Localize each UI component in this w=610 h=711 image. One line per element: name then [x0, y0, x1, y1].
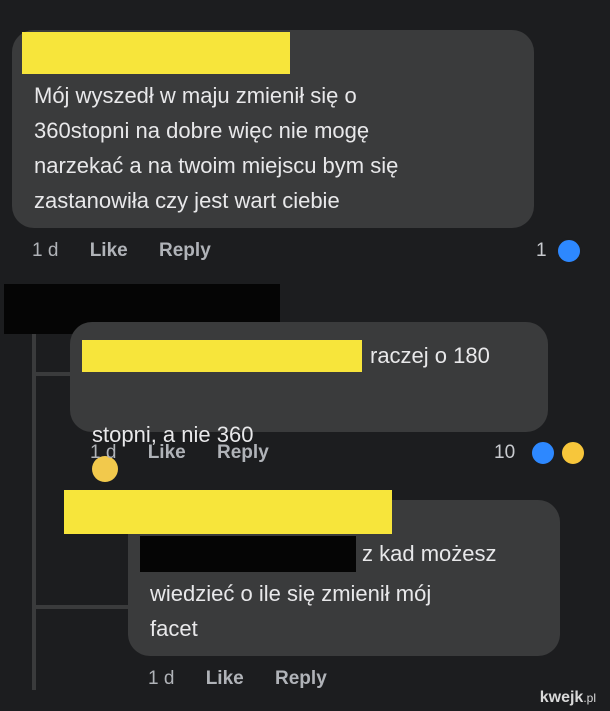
reply-link[interactable]: Reply — [159, 240, 211, 261]
reply-time: 1 d — [148, 668, 175, 689]
like-reaction-icon[interactable] — [530, 440, 556, 466]
thread-connector — [32, 372, 72, 376]
reaction-count: 10 — [494, 442, 516, 463]
reply-link[interactable]: Reply — [217, 442, 269, 463]
redacted-author-name — [22, 32, 290, 74]
redacted-black-bar — [140, 536, 356, 572]
watermark-tld: .pl — [583, 691, 596, 705]
redacted-author-name — [64, 490, 392, 534]
reply-link[interactable]: Reply — [275, 668, 327, 689]
redacted-author-name — [82, 340, 362, 372]
like-link[interactable]: Like — [206, 668, 244, 689]
reply-text: wiedzieć o ile się zmienił mój facet — [150, 581, 432, 641]
comment-actions: 1 d Like Reply — [32, 240, 237, 262]
thread-line — [32, 330, 36, 690]
kwejk-watermark: kwejk.pl — [540, 689, 596, 707]
like-link[interactable]: Like — [90, 240, 128, 261]
like-reaction-icon[interactable] — [556, 238, 582, 264]
thread-connector-2 — [32, 605, 128, 609]
like-link[interactable]: Like — [148, 442, 186, 463]
reaction-count: 1 — [536, 240, 547, 261]
haha-reaction-icon[interactable] — [560, 440, 586, 466]
comment-time: 1 d — [32, 240, 59, 261]
reply-time: 1 d — [90, 442, 117, 463]
reply-text-line-1: z kad możesz — [362, 541, 497, 566]
reply-actions: 1 d Like Reply — [148, 668, 353, 690]
reply-actions: 1 d Like Reply — [90, 442, 295, 464]
comment-text: Mój wyszedł w maju zmienił się o 360stop… — [34, 83, 399, 213]
reply-text-line-1: raczej o 180 — [370, 343, 490, 368]
watermark-brand: kwejk — [539, 689, 584, 706]
